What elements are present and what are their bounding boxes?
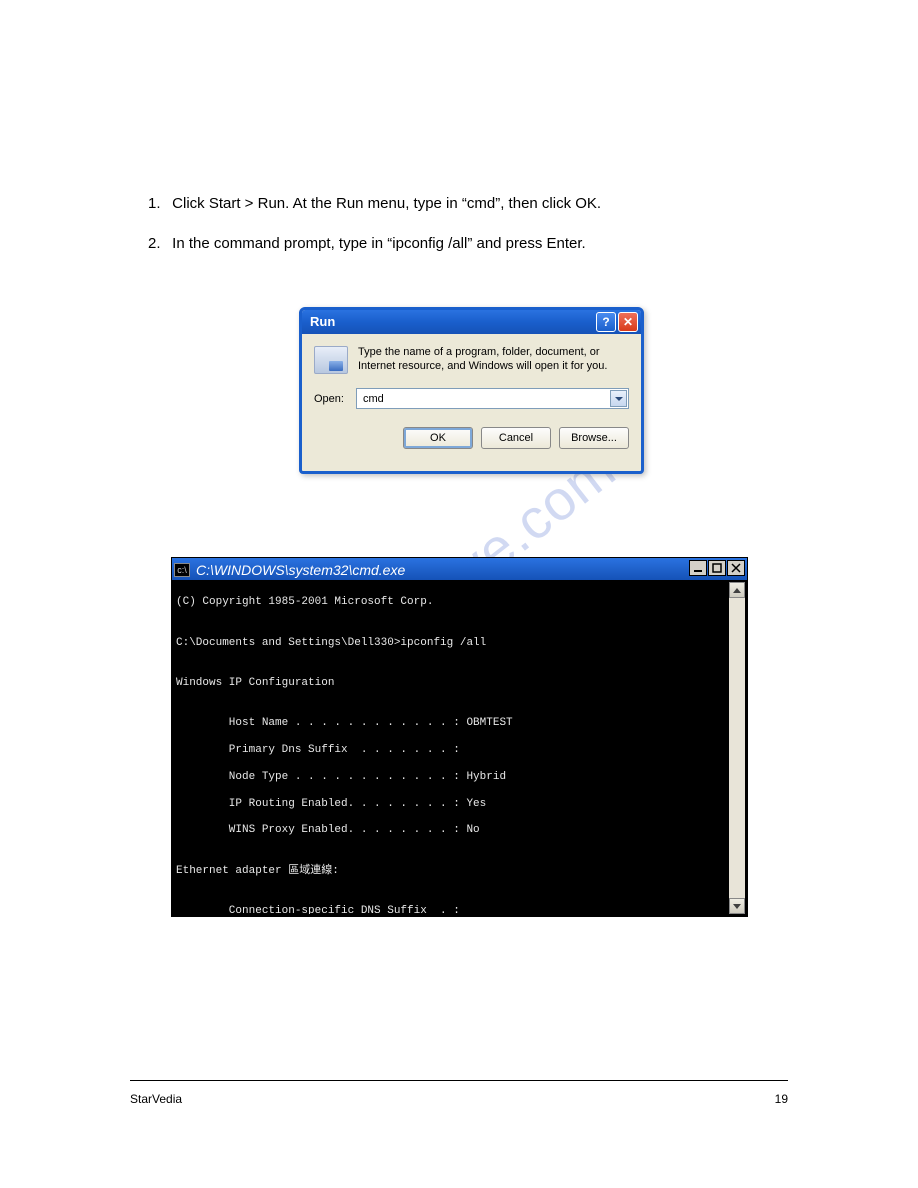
footer-rule	[130, 1080, 788, 1081]
scroll-up-button[interactable]	[729, 582, 745, 598]
cmd-line: Windows IP Configuration	[176, 677, 745, 690]
cmd-title-text: C:\WINDOWS\system32\cmd.exe	[196, 562, 405, 578]
cmd-line: WINS Proxy Enabled. . . . . . . . : No	[176, 824, 745, 837]
step-text: Click Start > Run. At the Run menu, type…	[172, 195, 601, 212]
open-label: Open:	[314, 393, 348, 405]
run-title-text: Run	[310, 314, 335, 329]
close-icon	[731, 563, 741, 573]
footer-page-number: 19	[775, 1092, 788, 1106]
help-button[interactable]: ?	[596, 312, 616, 332]
run-instruction-text: Type the name of a program, folder, docu…	[358, 346, 629, 374]
doc-step-2: 2. In the command prompt, type in “ipcon…	[148, 235, 768, 252]
ok-button[interactable]: OK	[403, 427, 473, 449]
cmd-line: IP Routing Enabled. . . . . . . . : Yes	[176, 798, 745, 811]
browse-button[interactable]: Browse...	[559, 427, 629, 449]
step-number: 1.	[148, 195, 168, 212]
run-program-icon	[314, 346, 348, 374]
cmd-output-area[interactable]: (C) Copyright 1985-2001 Microsoft Corp. …	[174, 582, 745, 914]
scroll-down-button[interactable]	[729, 898, 745, 914]
open-combobox[interactable]: cmd	[356, 388, 629, 409]
step-text: In the command prompt, type in “ipconfig…	[172, 235, 586, 252]
cmd-scrollbar[interactable]	[729, 582, 745, 914]
scroll-track[interactable]	[729, 598, 745, 898]
footer-left-text: StarVedia	[130, 1092, 182, 1106]
run-dialog-window: Run ? ✕ Type the name of a program, fold…	[299, 307, 644, 474]
dropdown-arrow-icon[interactable]	[610, 390, 627, 407]
cmd-line: Node Type . . . . . . . . . . . . : Hybr…	[176, 771, 745, 784]
close-button[interactable]	[727, 560, 745, 576]
maximize-button[interactable]	[708, 560, 726, 576]
cmd-titlebar-icon: c:\	[174, 563, 190, 577]
step-number: 2.	[148, 235, 168, 252]
cmd-window: c:\ C:\WINDOWS\system32\cmd.exe (C) Copy…	[171, 557, 748, 917]
cmd-line: Primary Dns Suffix . . . . . . . :	[176, 744, 745, 757]
close-button[interactable]: ✕	[618, 312, 638, 332]
minimize-icon	[693, 563, 703, 573]
doc-step-1: 1. Click Start > Run. At the Run menu, t…	[148, 195, 768, 212]
maximize-icon	[712, 563, 722, 573]
cmd-line: (C) Copyright 1985-2001 Microsoft Corp.	[176, 596, 745, 609]
cmd-line: Host Name . . . . . . . . . . . . : OBMT…	[176, 717, 745, 730]
help-icon: ?	[602, 315, 609, 329]
run-titlebar[interactable]: Run ? ✕	[302, 310, 641, 334]
minimize-button[interactable]	[689, 560, 707, 576]
close-icon: ✕	[623, 315, 633, 329]
cmd-line: Ethernet adapter 區域連線:	[176, 865, 745, 878]
cmd-line: Connection-specific DNS Suffix . :	[176, 905, 745, 914]
cmd-titlebar[interactable]: c:\ C:\WINDOWS\system32\cmd.exe	[172, 558, 747, 580]
open-value: cmd	[363, 393, 384, 405]
cmd-line: C:\Documents and Settings\Dell330>ipconf…	[176, 637, 745, 650]
cancel-button[interactable]: Cancel	[481, 427, 551, 449]
